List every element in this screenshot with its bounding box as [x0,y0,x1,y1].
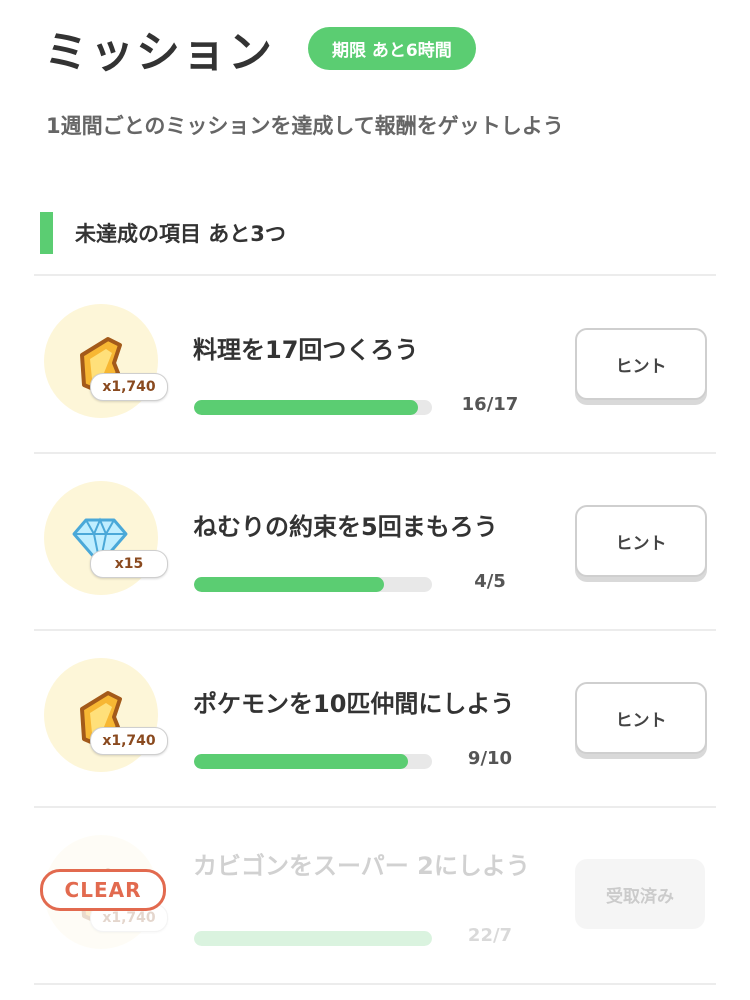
progress-text: 22/7 [467,925,513,946]
mission-item: x1,740 料理を17回つくろう 16/17 ヒント [0,276,750,452]
progress-fill [194,400,418,415]
progress-text: 9/10 [467,748,513,769]
page-title: ミッション [44,27,274,78]
hint-button[interactable]: ヒント [575,328,707,400]
reward-count: x1,740 [90,727,168,755]
received-button: 受取済み [575,859,705,929]
section-header: 未達成の項目 あと3つ [40,212,286,254]
clear-stamp: CLEAR [40,869,166,911]
header: ミッション 期限 あと6時間 [44,18,476,78]
mission-item: x1,740 ポケモンを10匹仲間にしよう 9/10 ヒント [0,630,750,806]
progress-bar [194,400,432,415]
progress-bar [194,754,432,769]
progress-fill [194,754,409,769]
deadline-badge: 期限 あと6時間 [308,26,476,70]
mission-item-cleared: x1,740 カビゴンをスーパー 2にしよう 22/7 受取済み CLEAR [0,807,750,983]
progress-fill [194,931,432,946]
progress-bar [194,577,432,592]
page-subtitle: 1週間ごとのミッションを達成して報酬をゲットしよう [46,114,564,138]
section-accent-bar [40,212,53,254]
hint-button[interactable]: ヒント [575,682,707,754]
mission-item: x15 ねむりの約束を5回まもろう 4/5 ヒント [0,453,750,629]
reward-count: x15 [90,550,168,578]
progress-text: 4/5 [474,571,506,592]
divider [34,983,716,985]
reward-count: x1,740 [90,373,168,401]
section-title: 未達成の項目 あと3つ [75,222,286,246]
progress-text: 16/17 [461,394,519,415]
mission-title: カビゴンをスーパー 2にしよう [193,852,530,880]
mission-title: 料理を17回つくろう [193,336,419,364]
mission-title: ポケモンを10匹仲間にしよう [193,690,515,718]
hint-button[interactable]: ヒント [575,505,707,577]
progress-fill [194,577,385,592]
mission-title: ねむりの約束を5回まもろう [193,513,498,541]
progress-bar [194,931,432,946]
